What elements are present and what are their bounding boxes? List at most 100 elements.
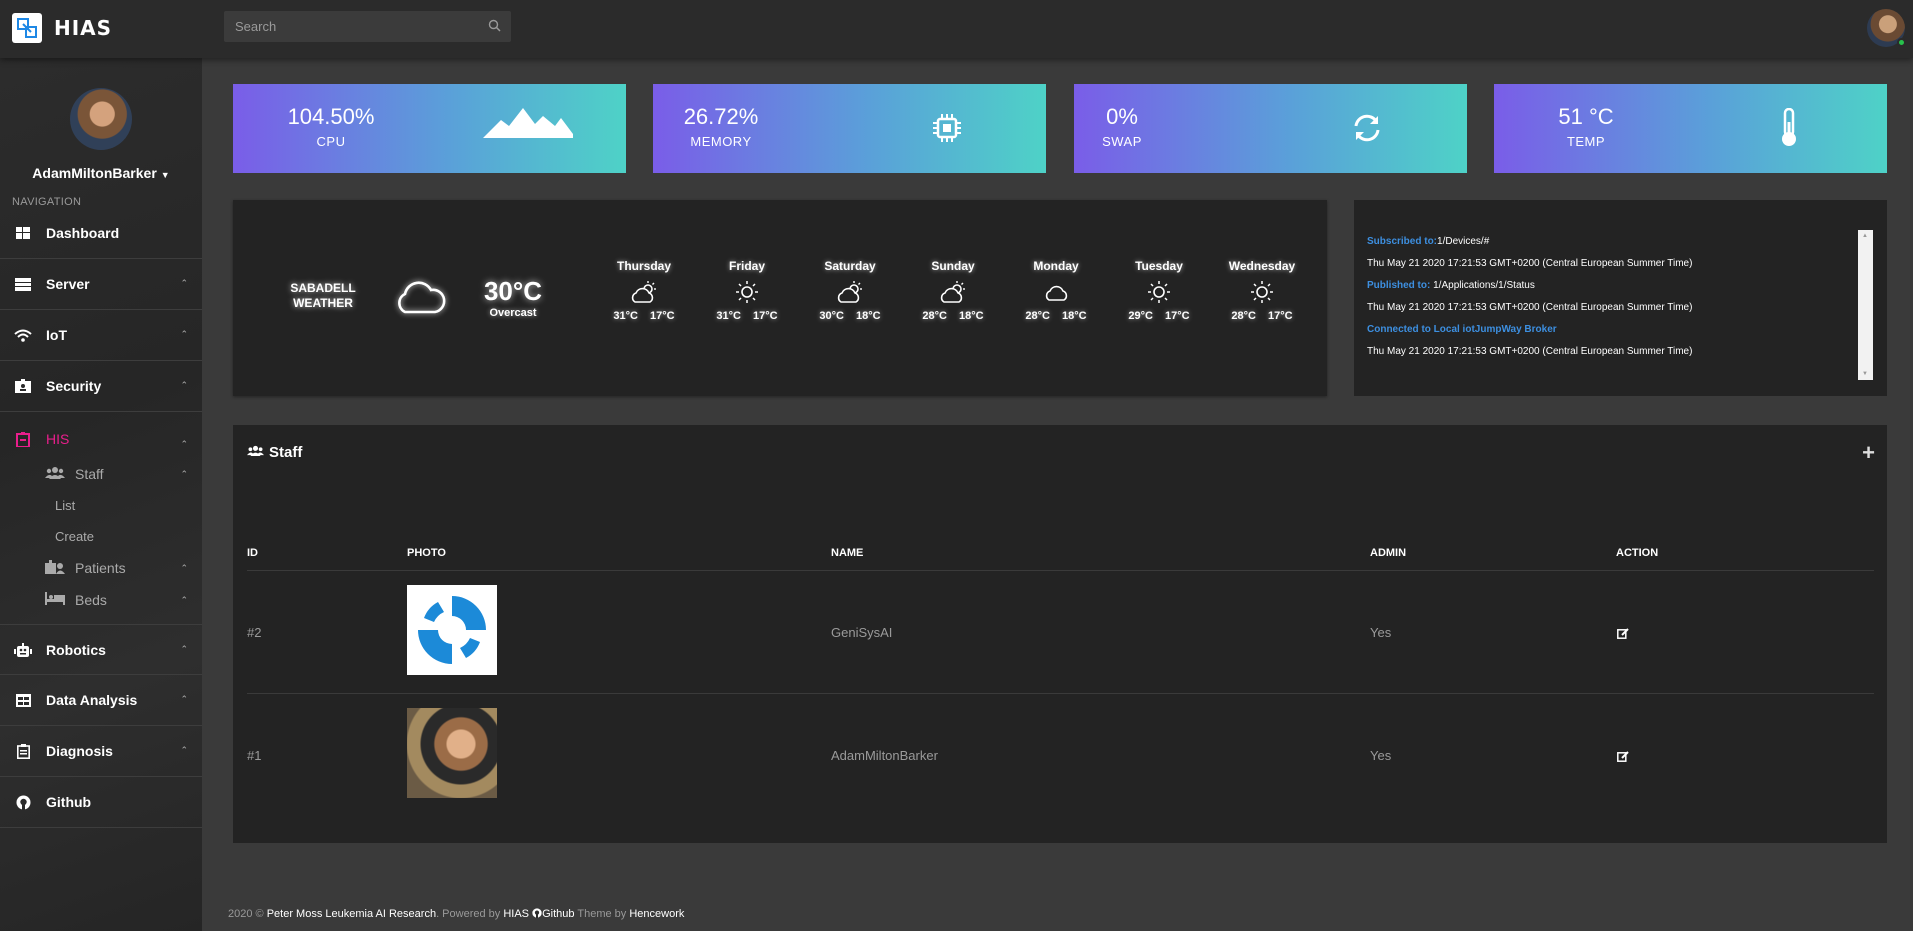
dashboard-icon — [12, 225, 34, 241]
sidebar-subitem-list[interactable]: List — [0, 490, 202, 521]
hospital-user-icon — [45, 559, 65, 577]
scroll-down-icon[interactable]: ▼ — [1862, 371, 1868, 377]
sidebar-item-label: Dashboard — [46, 225, 120, 241]
chevron-icon: ⌃ — [180, 439, 188, 449]
table-row: #1 AdamMiltonBarker Yes — [247, 694, 1874, 817]
forecast-day-name: Wednesday — [1228, 259, 1296, 273]
user-box: AdamMiltonBarker ▼ — [0, 58, 202, 181]
stat-value: 26.72% — [683, 104, 759, 129]
weather-location: SABADELL WEATHER — [283, 281, 363, 311]
footer-org-link[interactable]: Peter Moss Leukemia AI Research — [267, 908, 436, 920]
sidebar-subitem-patients[interactable]: Patients ⌃ — [0, 552, 202, 584]
cell-admin: Yes — [1370, 748, 1392, 763]
stat-label: MEMORY — [690, 134, 752, 149]
chevron-icon: ⌃ — [180, 329, 188, 339]
sidebar-subitem-beds[interactable]: Beds ⌃ — [0, 584, 202, 616]
footer-powered-by: . Powered by — [436, 908, 501, 920]
footer-theme-author-link[interactable]: Hencework — [629, 908, 684, 920]
forecast-low: 17°C — [650, 310, 675, 322]
top-user-avatar[interactable] — [1867, 9, 1906, 47]
chevron-icon: ⌃ — [180, 563, 188, 573]
chevron-icon: ⌃ — [180, 595, 188, 605]
forecast-low: 18°C — [856, 310, 881, 322]
partly-sunny-icon — [630, 280, 658, 304]
user-name-dropdown[interactable]: AdamMiltonBarker ▼ — [0, 165, 202, 181]
log-line: Thu May 21 2020 17:21:53 GMT+0200 (Centr… — [1367, 301, 1874, 323]
log-scrollbar[interactable]: ▲ ▼ — [1858, 230, 1873, 380]
log-line: Published to: 1/Applications/1/Status — [1367, 279, 1874, 301]
chevron-icon: ⌃ — [180, 644, 188, 654]
log-line: Subscribed to:1/Devices/# — [1367, 235, 1874, 257]
edit-icon[interactable] — [1617, 571, 1629, 694]
user-avatar[interactable] — [70, 88, 132, 150]
sidebar-subitem-create[interactable]: Create — [0, 521, 202, 552]
staff-title-text: Staff — [269, 444, 303, 461]
clipboard-icon — [12, 743, 34, 759]
staff-panel-title: Staff — [247, 444, 302, 461]
chevron-icon: ⌃ — [180, 745, 188, 755]
sidebar-subitem-staff[interactable]: Staff ⌃ — [0, 458, 202, 490]
staff-panel: Staff + ID PHOTO NAME ADMIN ACTION #2 Ge… — [233, 425, 1887, 843]
cell-id: #1 — [247, 748, 262, 763]
chevron-icon: ⌃ — [180, 380, 188, 390]
weather-condition: Overcast — [489, 307, 537, 319]
sidebar-item-diagnosis[interactable]: Diagnosis ⌃ — [0, 726, 202, 777]
sidebar-item-his[interactable]: HIS ⌃ — [0, 420, 202, 458]
edit-icon[interactable] — [1617, 694, 1629, 817]
forecast-day-name: Thursday — [616, 259, 671, 273]
robot-icon — [12, 642, 34, 658]
column-header-admin: ADMIN — [1370, 547, 1407, 559]
log-key: Subscribed to: — [1367, 236, 1438, 247]
stat-card-memory: 26.72% MEMORY — [653, 84, 1046, 173]
forecast-temps: 28°C 17°C — [1212, 310, 1312, 322]
id-badge-icon — [12, 378, 34, 394]
mqtt-log[interactable]: Subscribed to:1/Devices/# Thu May 21 202… — [1354, 230, 1874, 380]
forecast-temps: 31°C 17°C — [594, 310, 694, 322]
forecast-high: 31°C — [613, 310, 638, 322]
table-row: #2 GeniSysAI Yes — [247, 571, 1874, 694]
forecast-day: Tuesday 29°C 17°C — [1109, 259, 1209, 322]
stat-card-swap: 0% SWAP — [1074, 84, 1467, 173]
sync-icon — [1352, 114, 1382, 142]
search-icon[interactable] — [488, 19, 501, 37]
forecast-day: Wednesday 28°C 17°C — [1212, 259, 1312, 322]
stat-label: TEMP — [1566, 134, 1606, 149]
add-staff-button[interactable]: + — [1862, 440, 1875, 466]
sidebar-item-security[interactable]: Security ⌃ — [0, 361, 202, 412]
weather-label: WEATHER — [293, 296, 353, 310]
sidebar-item-data-analysis[interactable]: Data Analysis ⌃ — [0, 675, 202, 726]
sidebar-item-label: Github — [46, 794, 92, 810]
forecast-high: 28°C — [1025, 310, 1050, 322]
wifi-icon — [12, 327, 34, 343]
footer-theme-by: Theme by — [577, 908, 627, 920]
footer-github-link[interactable]: Github — [542, 908, 574, 920]
footer-hias-link[interactable]: HIAS — [503, 908, 529, 920]
sun-icon — [1248, 280, 1276, 304]
forecast-day: Thursday 31°C 17°C — [594, 259, 694, 322]
hospital-icon — [12, 431, 34, 447]
sidebar-item-iot[interactable]: IoT ⌃ — [0, 310, 202, 361]
sidebar-item-robotics[interactable]: Robotics ⌃ — [0, 624, 202, 675]
chevron-icon: ⌃ — [180, 278, 188, 288]
stat-label: SWAP — [1102, 134, 1142, 149]
forecast-low: 18°C — [1062, 310, 1087, 322]
thermometer-icon — [1780, 108, 1798, 148]
sidebar-item-dashboard[interactable]: Dashboard — [0, 208, 202, 259]
sidebar-item-github[interactable]: Github — [0, 777, 202, 828]
scroll-up-icon[interactable]: ▲ — [1862, 233, 1868, 239]
users-icon — [45, 466, 65, 482]
sidebar-item-server[interactable]: Server ⌃ — [0, 259, 202, 310]
forecast-day-name: Saturday — [824, 259, 876, 273]
sidebar-subitem-label: Beds — [75, 592, 107, 608]
log-text: 1/Devices/# — [1437, 236, 1490, 247]
brand[interactable]: HIAS — [12, 13, 112, 43]
cell-admin: Yes — [1370, 625, 1392, 640]
forecast-day: Monday 28°C 18°C — [1006, 259, 1106, 322]
log-text: Thu May 21 2020 17:21:53 GMT+0200 (Centr… — [1367, 258, 1693, 269]
search-input[interactable] — [224, 11, 511, 42]
column-header-id: ID — [247, 547, 258, 559]
stat-label: CPU — [316, 134, 346, 149]
forecast-temps: 28°C 18°C — [903, 310, 1003, 322]
adam-photo — [407, 708, 497, 798]
staff-table: ID PHOTO NAME ADMIN ACTION #2 GeniSysAI … — [247, 533, 1874, 817]
